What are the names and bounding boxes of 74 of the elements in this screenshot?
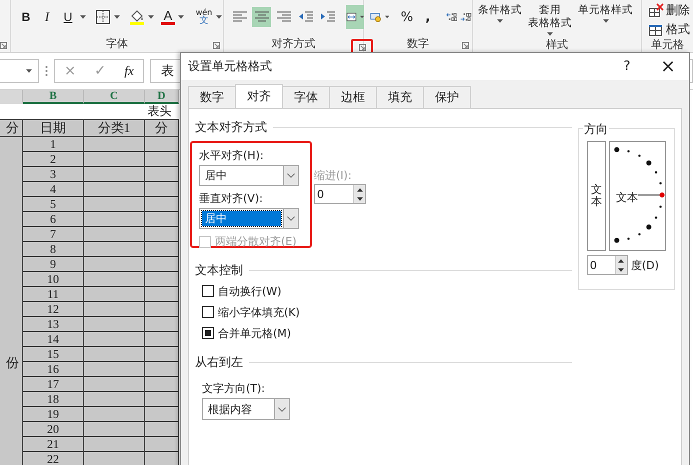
- group-label: 数字: [407, 36, 429, 50]
- table-cell: 表头: [0, 104, 179, 120]
- table-cell: 14: [23, 332, 84, 347]
- table-cell: 份: [0, 137, 23, 465]
- table-cell: 21: [23, 437, 84, 452]
- column-header[interactable]: D: [145, 90, 179, 104]
- horizontal-align-dropdown[interactable]: 居中: [199, 165, 299, 186]
- checkbox-label: 缩小字体填充(K): [218, 304, 300, 320]
- table-cell: 5: [23, 197, 84, 212]
- table-cell: 日期: [23, 120, 84, 137]
- conditional-formatting-button[interactable]: 条件格式: [476, 4, 524, 24]
- table-cell: 8: [23, 242, 84, 257]
- table-cell: 18: [23, 392, 84, 407]
- underline-button[interactable]: U: [59, 7, 77, 27]
- table-cell: 6: [23, 212, 84, 227]
- column-header[interactable]: B: [23, 90, 84, 104]
- table-cell: 19: [23, 407, 84, 422]
- table-cell: 10: [23, 272, 84, 287]
- field-label: 度(D): [630, 258, 659, 272]
- vertical-align-dropdown[interactable]: 居中: [199, 208, 299, 229]
- checkbox-label: 合并单元格(M): [218, 326, 292, 340]
- vertical-text-option[interactable]: 文本: [586, 141, 606, 251]
- section-title: 从右到左: [195, 354, 243, 371]
- section-title: 文本控制: [195, 262, 243, 279]
- cell-styles-button[interactable]: 单元格样式: [576, 4, 635, 24]
- checkbox-label: 自动换行(W): [218, 284, 282, 298]
- checkbox-label: 两端分散对齐(E): [215, 234, 297, 249]
- dialog-tab[interactable]: 对齐: [235, 84, 283, 108]
- comma-button[interactable]: ,: [418, 7, 437, 27]
- table-cell: 22: [23, 452, 84, 465]
- field-label: 缩进(I):: [314, 168, 353, 182]
- table-cell: 13: [23, 317, 84, 332]
- help-button[interactable]: ?: [607, 59, 647, 74]
- group-label: 样式: [546, 37, 568, 52]
- percent-button[interactable]: %: [398, 7, 416, 27]
- column-header[interactable]: C: [84, 90, 145, 104]
- table-cell: 1: [23, 137, 84, 152]
- format-as-table-button[interactable]: 套用 表格格式: [526, 4, 574, 36]
- table-cell: 16: [23, 362, 84, 377]
- orientation-dial[interactable]: 文本: [608, 141, 666, 251]
- font-color-button[interactable]: A: [161, 9, 175, 25]
- table-cell: 15: [23, 347, 84, 362]
- section-title: 文本对齐方式: [195, 119, 267, 136]
- dialog-tab[interactable]: 数字: [188, 86, 236, 108]
- dialog-title: 设置单元格格式: [188, 58, 273, 75]
- format-button[interactable]: 格式: [648, 21, 690, 38]
- text-direction-dropdown[interactable]: 根据内容: [202, 398, 290, 420]
- delete-button[interactable]: 删除: [648, 2, 690, 19]
- table-cell: 4: [23, 182, 84, 197]
- field-label: 文字方向(T):: [202, 381, 266, 395]
- dial-text: 文本: [616, 190, 638, 205]
- table-cell: 12: [23, 302, 84, 317]
- table-cell: 11: [23, 287, 84, 302]
- table-cell: 7: [23, 227, 84, 242]
- table-cell: 分: [145, 120, 179, 137]
- group-label: 对齐方式: [272, 36, 316, 50]
- table-cell: 分: [0, 120, 23, 137]
- group-label: 字体: [106, 36, 128, 50]
- phonetic-button[interactable]: wén 文: [195, 7, 213, 27]
- table-cell: 3: [23, 167, 84, 182]
- close-button[interactable]: ×: [647, 56, 689, 77]
- italic-button[interactable]: I: [38, 7, 56, 27]
- group-label: 单元格: [651, 36, 684, 52]
- insert-function-button[interactable]: fx: [124, 63, 134, 79]
- field-label: 水平对齐(H):: [199, 148, 265, 162]
- table-cell: 17: [23, 377, 84, 392]
- field-label: 垂直对齐(V):: [199, 191, 264, 205]
- table-cell: 分类1: [84, 120, 145, 137]
- dialog-tab[interactable]: 保护: [423, 86, 471, 108]
- bold-button[interactable]: B: [17, 7, 35, 27]
- degrees-spinner[interactable]: 0: [586, 255, 628, 275]
- table-cell: 2: [23, 152, 84, 167]
- table-cell: 9: [23, 257, 84, 272]
- table-cell: 20: [23, 422, 84, 437]
